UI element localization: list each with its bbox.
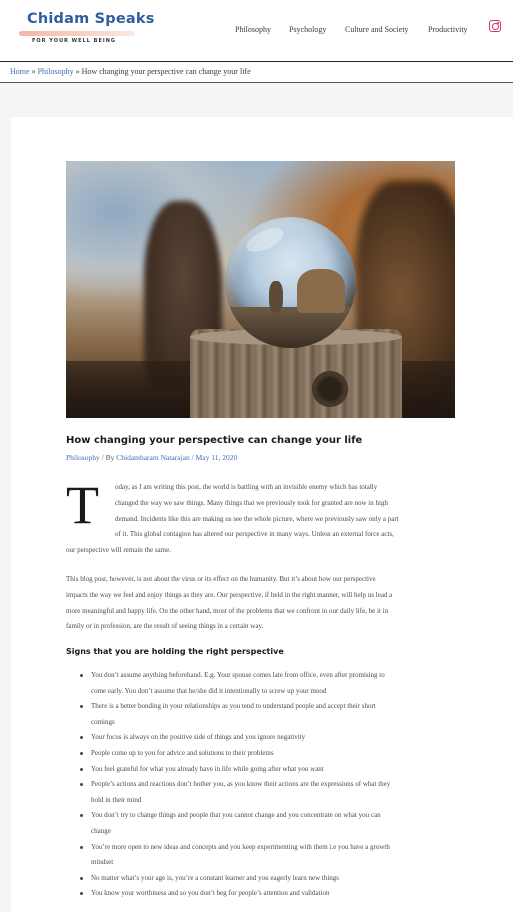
paragraph-line: demand. Incidents like this are making u… bbox=[115, 514, 399, 523]
breadcrumb-category-link[interactable]: Philosophy bbox=[38, 67, 74, 76]
hero-ball-rock-small bbox=[269, 281, 283, 313]
signs-list: You don’t assume anything beforehand. E.… bbox=[78, 668, 390, 902]
instagram-icon[interactable] bbox=[489, 20, 501, 32]
post-date-separator: / bbox=[191, 453, 194, 462]
section-heading: Signs that you are holding the right per… bbox=[66, 647, 284, 656]
list-item-line: No matter what’s your age is, you’re a c… bbox=[91, 873, 340, 882]
hero-wood-knot bbox=[312, 371, 348, 407]
hero-ball-ground bbox=[225, 307, 356, 348]
nav-item-psychology[interactable]: Psychology bbox=[289, 25, 326, 34]
list-item-line: come early. You don’t assume that he/she… bbox=[91, 686, 327, 695]
list-item: You don’t assume anything beforehand. E.… bbox=[78, 668, 390, 699]
list-item: People come up to you for advice and sol… bbox=[78, 746, 390, 762]
site-logo[interactable]: Chidam Speaks FOR YOUR WELL BEING bbox=[19, 11, 154, 47]
list-item: You feel grateful for what you already h… bbox=[78, 762, 390, 778]
featured-image bbox=[66, 161, 455, 418]
paragraph-line: of it. This global contagion has altered… bbox=[115, 530, 394, 539]
list-item: You know your worthiness and so you don’… bbox=[78, 886, 390, 902]
post-author-link[interactable]: Chidambaram Natarajan bbox=[116, 453, 190, 462]
paragraph-line: more meaningful and happy life. On the o… bbox=[66, 606, 389, 615]
paragraph-line: our perspective will remain the same. bbox=[66, 546, 171, 554]
drop-cap: T bbox=[66, 475, 99, 535]
breadcrumb-home-link[interactable]: Home bbox=[10, 67, 30, 76]
list-item-line: comings bbox=[91, 717, 115, 726]
list-item-line: mindset bbox=[91, 858, 114, 867]
paragraph-intro: oday, as I am writing this post, the wor… bbox=[115, 480, 399, 543]
list-item: There is a better bonding in your relati… bbox=[78, 699, 390, 730]
breadcrumb-separator: » bbox=[75, 67, 80, 76]
post-meta: Philosophy / By Chidambaram Natarajan / … bbox=[66, 453, 237, 462]
nav-item-philosophy[interactable]: Philosophy bbox=[235, 25, 271, 34]
nav-item-culture-and-society[interactable]: Culture and Society bbox=[345, 25, 409, 34]
paragraph-line: This blog post, however, is not about th… bbox=[66, 575, 376, 583]
logo-tagline: FOR YOUR WELL BEING bbox=[32, 38, 117, 44]
paragraph-line: family or in profession, are the result … bbox=[66, 622, 264, 631]
list-item: People’s actions and reactions don’t bot… bbox=[78, 777, 390, 808]
list-item-line: You’re more open to new ideas and concep… bbox=[91, 842, 390, 851]
list-item: You’re more open to new ideas and concep… bbox=[78, 840, 390, 871]
list-item-line: There is a better bonding in your relati… bbox=[91, 702, 376, 711]
breadcrumb: Home » Philosophy » How changing your pe… bbox=[10, 67, 251, 76]
post-by-label: / By bbox=[101, 453, 115, 462]
paragraph-line: changed the way we saw things. Many thin… bbox=[115, 498, 388, 507]
logo-underline bbox=[19, 31, 135, 36]
list-item-line: Your focus is always on the positive sid… bbox=[91, 733, 306, 742]
list-item: Your focus is always on the positive sid… bbox=[78, 730, 390, 746]
list-item-line: You feel grateful for what you already h… bbox=[91, 764, 324, 773]
paragraph-second: This blog post, however, is not about th… bbox=[66, 572, 392, 635]
list-item-line: People’s actions and reactions don’t bot… bbox=[91, 780, 391, 789]
logo-title: Chidam Speaks bbox=[27, 11, 155, 27]
paragraph-line: oday, as I am writing this post, the wor… bbox=[115, 483, 378, 491]
post-category-link[interactable]: Philosophy bbox=[66, 453, 100, 462]
list-item-line: You don’t try to change things and peopl… bbox=[91, 811, 381, 820]
nav-item-productivity[interactable]: Productivity bbox=[428, 25, 468, 34]
list-item: You don’t try to change things and peopl… bbox=[78, 808, 390, 839]
paragraph-intro-continued: our perspective will remain the same. bbox=[66, 543, 171, 559]
list-item-line: You know your worthiness and so you don’… bbox=[91, 889, 330, 898]
breadcrumb-current: How changing your perspective can change… bbox=[81, 67, 251, 76]
post-title[interactable]: How changing your perspective can change… bbox=[66, 435, 362, 446]
list-item-line: hold in their mind bbox=[91, 795, 142, 804]
breadcrumb-bar: Home » Philosophy » How changing your pe… bbox=[0, 62, 513, 83]
list-item-line: change bbox=[91, 826, 111, 835]
hero-crystal-ball bbox=[225, 217, 356, 348]
hero-ball-rock bbox=[297, 269, 345, 313]
site-header: Chidam Speaks FOR YOUR WELL BEING Philos… bbox=[0, 0, 513, 62]
hero-ball-shine bbox=[243, 223, 287, 257]
breadcrumb-separator: » bbox=[31, 67, 36, 76]
paragraph-line: impacts the way we feel and enjoy things… bbox=[66, 590, 393, 599]
post-date[interactable]: May 11, 2020 bbox=[196, 453, 238, 462]
list-item: No matter what’s your age is, you’re a c… bbox=[78, 871, 390, 887]
list-item-line: People come up to you for advice and sol… bbox=[91, 748, 274, 757]
list-item-line: You don’t assume anything beforehand. E.… bbox=[91, 671, 385, 679]
